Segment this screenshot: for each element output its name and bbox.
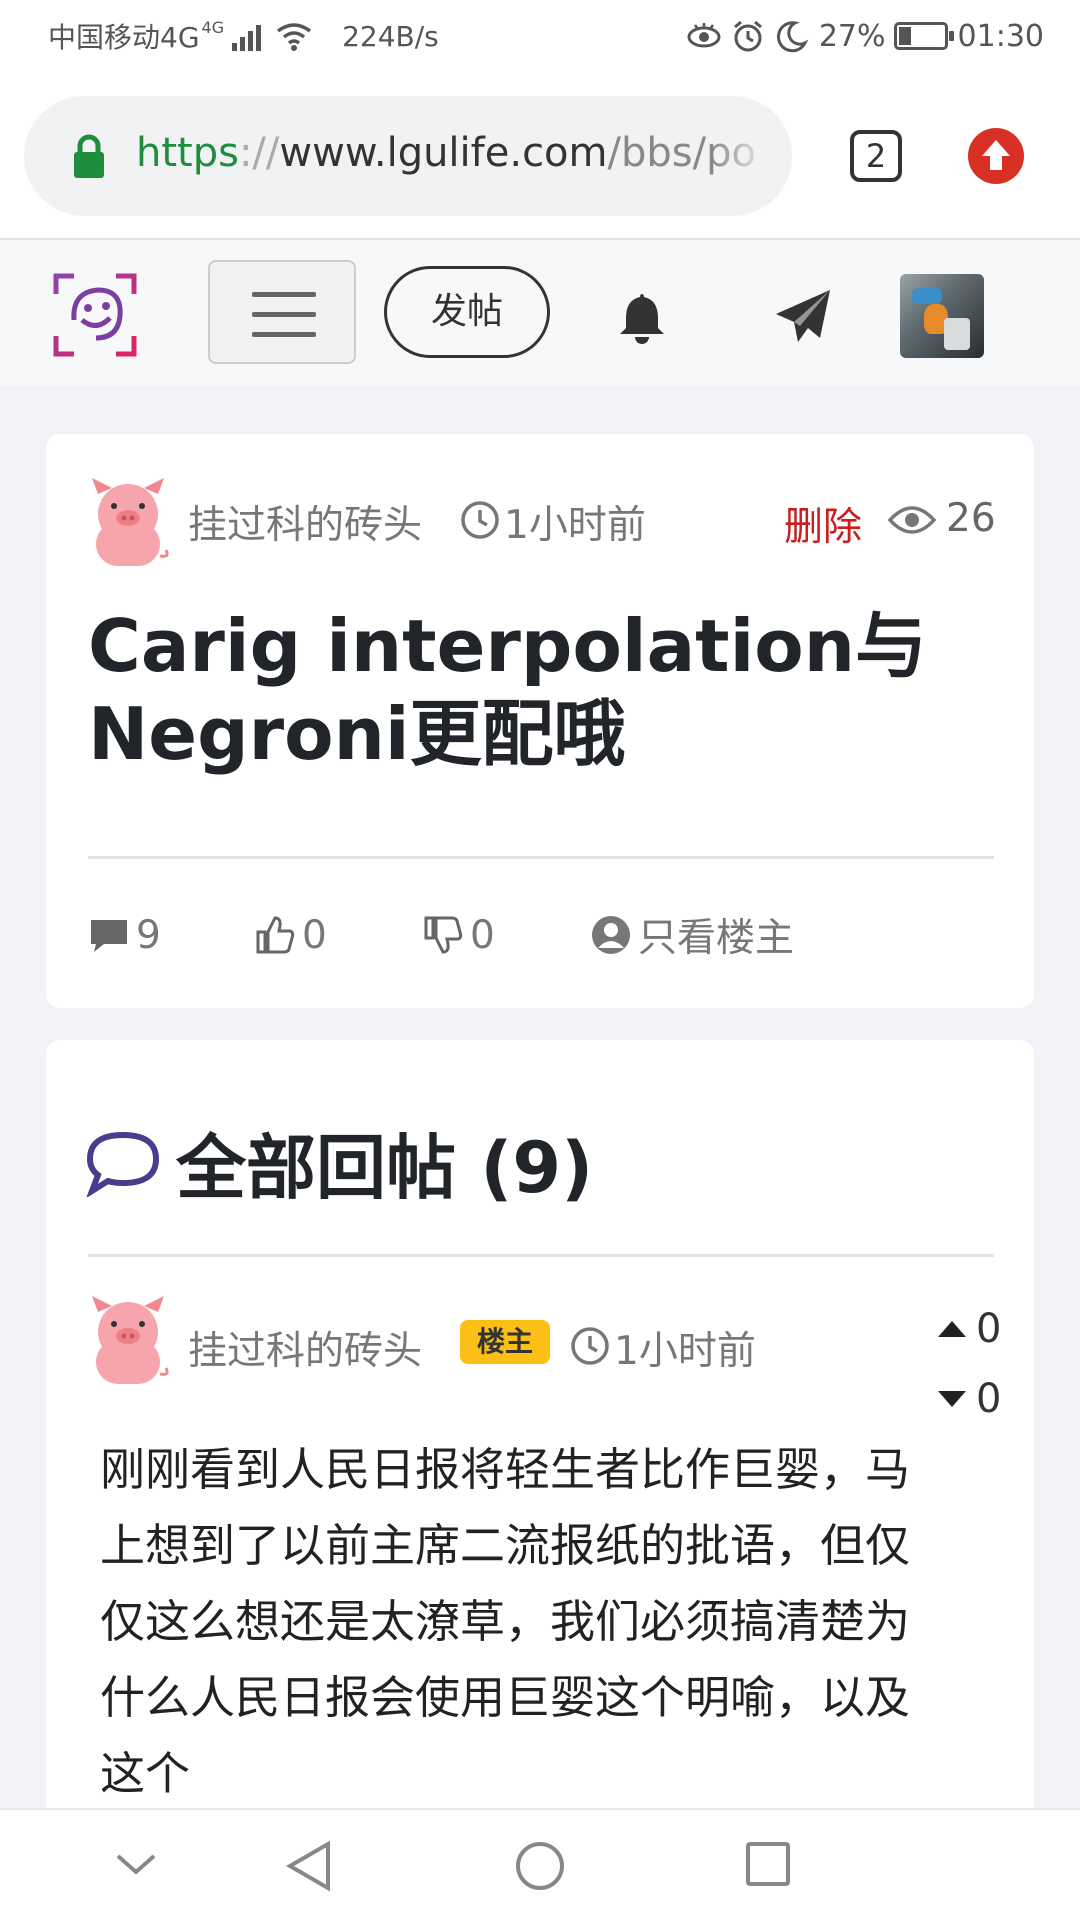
clock: 01:30	[957, 18, 1044, 54]
author-avatar[interactable]	[86, 476, 170, 568]
reply-time: 1小时前	[614, 1329, 756, 1374]
site-navbar: 发帖	[0, 240, 1080, 386]
user-avatar[interactable]	[900, 274, 984, 358]
thumbs-down-icon	[424, 916, 463, 954]
clock-icon	[571, 1327, 609, 1365]
signal-icon	[232, 21, 264, 51]
network-speed: 224B/s	[342, 19, 439, 53]
status-bar: 中国移动4G 4G 224B/s 27% 01:30	[0, 0, 1080, 72]
hamburger-icon-line	[252, 312, 316, 317]
url-text: https://www.lgulife.com/bbs/po	[136, 130, 756, 176]
wifi-icon	[277, 23, 312, 51]
chevron-down-icon[interactable]	[112, 1850, 160, 1880]
post-author-name[interactable]: 挂过科的砖头	[188, 494, 422, 550]
arrow-up-icon	[982, 140, 1010, 170]
downvote-button[interactable]: 0	[938, 1376, 1001, 1422]
downvote-count: 0	[976, 1376, 1002, 1422]
comment-icon	[91, 920, 127, 952]
do-not-disturb-icon	[776, 21, 809, 53]
url-separator: ://	[238, 130, 280, 176]
site-logo-icon[interactable]	[52, 272, 138, 358]
replies-heading: 全部回帖 (9)	[86, 1112, 593, 1213]
op-badge: 楼主	[460, 1320, 550, 1364]
speech-bubble-icon	[86, 1131, 160, 1197]
upvote-button[interactable]: 0	[938, 1306, 1001, 1352]
like-count: 0	[302, 912, 327, 958]
browser-toolbar: https://www.lgulife.com/bbs/po 2	[0, 72, 1080, 240]
url-scheme: https	[136, 130, 239, 176]
comment-count[interactable]: 9	[88, 910, 161, 960]
only-op-filter[interactable]: 只看楼主	[590, 910, 795, 961]
dislike-button[interactable]: 0	[422, 910, 495, 960]
user-circle-icon	[592, 916, 630, 954]
caret-up-icon	[938, 1321, 966, 1337]
post-time: 1小时前	[504, 503, 646, 548]
comment-count-value: 9	[136, 912, 161, 958]
recents-square-icon[interactable]	[744, 1840, 792, 1888]
network-badge: 4G	[201, 18, 225, 37]
url-fade	[712, 96, 792, 216]
thumbs-up-icon	[256, 916, 295, 954]
like-button[interactable]: 0	[254, 910, 327, 960]
clock-icon	[461, 501, 499, 539]
hamburger-icon	[252, 292, 316, 297]
paper-plane-icon[interactable]	[774, 288, 832, 346]
back-triangle-icon[interactable]	[284, 1840, 334, 1892]
status-right: 27% 01:30	[687, 18, 1044, 54]
replies-heading-text: 全部回帖 (9)	[176, 1127, 594, 1209]
lock-icon	[74, 134, 104, 178]
hamburger-icon-line	[252, 332, 316, 337]
reply-author-name[interactable]: 挂过科的砖头	[188, 1320, 422, 1376]
view-count: 26	[946, 496, 996, 541]
reply-author-avatar[interactable]	[86, 1294, 170, 1386]
new-post-button[interactable]: 发帖	[384, 266, 550, 358]
eye-icon	[888, 506, 936, 534]
post-title: Carig interpolation与Negroni更配哦	[88, 604, 928, 776]
delete-link[interactable]: 删除	[784, 496, 862, 552]
menu-toggle-button[interactable]	[208, 260, 356, 364]
update-button[interactable]	[968, 128, 1024, 184]
system-navigation-bar	[0, 1808, 1080, 1920]
only-op-label: 只看楼主	[638, 916, 795, 961]
replies-divider	[88, 1254, 994, 1257]
post-card: 挂过科的砖头 1小时前 删除 26 Carig interpolation与Ne…	[46, 434, 1034, 1008]
home-circle-icon[interactable]	[514, 1840, 566, 1892]
upvote-count: 0	[976, 1306, 1002, 1352]
reply-body: 刚刚看到人民日报将轻生者比作巨婴，马上想到了以前主席二流报纸的批语，但仅仅这么想…	[100, 1443, 911, 1800]
battery-icon	[893, 22, 954, 50]
post-divider	[88, 856, 994, 859]
dislike-count: 0	[470, 912, 495, 958]
replies-card: 全部回帖 (9) 挂过科的砖头 楼主 1小时前 0 0 刚刚看到人民日报将轻生者…	[46, 1040, 1034, 1920]
address-bar[interactable]: https://www.lgulife.com/bbs/po	[24, 96, 792, 216]
tab-switcher-button[interactable]: 2	[850, 130, 902, 182]
status-left: 中国移动4G 4G 224B/s	[48, 18, 439, 54]
carrier-label: 中国移动4G	[48, 21, 200, 54]
alarm-icon	[733, 20, 762, 52]
url-host: www.lgulife.com	[279, 130, 608, 176]
bell-icon[interactable]	[616, 290, 668, 346]
eye-comfort-icon	[687, 23, 721, 48]
battery-percent: 27%	[818, 18, 886, 54]
caret-down-icon	[938, 1391, 966, 1407]
